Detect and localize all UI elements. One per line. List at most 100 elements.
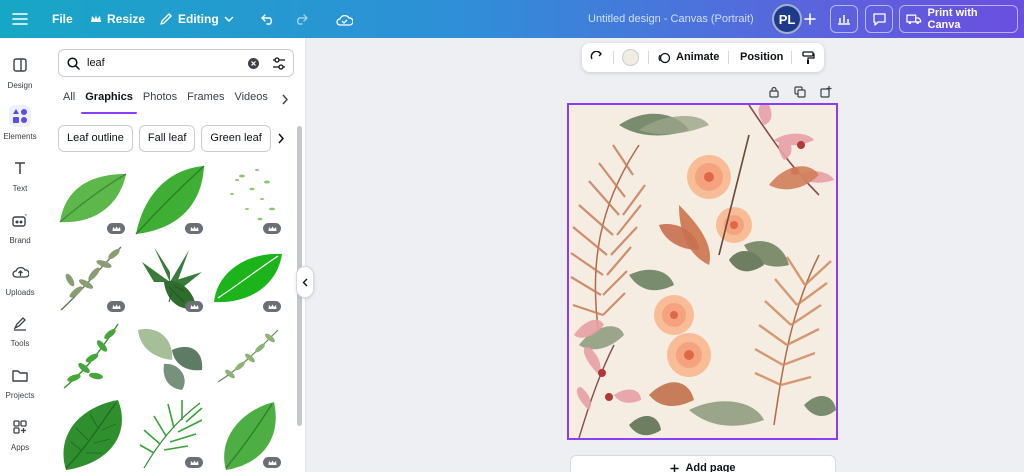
botanical-pattern-artwork xyxy=(569,105,836,438)
filter-icon[interactable] xyxy=(272,57,286,70)
premium-crown-icon xyxy=(107,301,125,312)
premium-crown-icon xyxy=(263,301,281,312)
undo-button[interactable] xyxy=(261,0,275,38)
add-page-button[interactable]: Add page xyxy=(570,455,836,472)
chip-green-leaf[interactable]: Green leaf xyxy=(201,125,271,152)
graphic-item[interactable] xyxy=(212,242,284,314)
rail-item-tools[interactable]: Tools xyxy=(0,312,40,348)
rail-item-brand[interactable]: Brand xyxy=(0,209,40,245)
magic-refresh-icon[interactable] xyxy=(590,51,604,64)
design-icon xyxy=(9,54,31,76)
collapse-panel-button[interactable] xyxy=(296,266,314,298)
tab-frames[interactable]: Frames xyxy=(187,91,224,111)
rail-item-design[interactable]: Design xyxy=(0,54,40,90)
rail-item-apps[interactable]: Apps xyxy=(0,416,40,452)
leaf-graphic xyxy=(63,400,122,470)
graphic-item[interactable] xyxy=(56,320,128,392)
tab-bar: All Graphics Photos Frames Videos xyxy=(63,91,268,114)
undo-icon xyxy=(261,14,272,25)
background-color-swatch[interactable] xyxy=(622,49,639,66)
brand-icon xyxy=(9,209,31,231)
elements-panel: leaf All Graphics Photos Frames Videos L… xyxy=(40,38,306,472)
graphic-item[interactable] xyxy=(56,242,128,314)
duplicate-page-icon[interactable] xyxy=(794,86,806,98)
top-bar: File Resize Editing Untitled design - Ca… xyxy=(0,0,1024,38)
redo-icon xyxy=(297,14,308,25)
elements-icon xyxy=(9,105,31,127)
chips-scroll-right-button[interactable] xyxy=(270,125,292,152)
tabs-scroll-right-icon[interactable] xyxy=(281,94,289,105)
premium-crown-icon xyxy=(263,223,281,234)
search-input[interactable]: leaf xyxy=(87,50,105,76)
resize-button[interactable]: Resize xyxy=(90,0,145,38)
tab-videos[interactable]: Videos xyxy=(234,91,267,111)
rail-item-elements[interactable]: Elements xyxy=(0,105,40,141)
uploads-icon xyxy=(9,261,31,283)
chip-fall-leaf[interactable]: Fall leaf xyxy=(138,125,196,152)
graphic-item[interactable] xyxy=(212,398,284,470)
tab-photos[interactable]: Photos xyxy=(143,91,177,111)
truck-icon xyxy=(906,14,922,25)
rail-item-uploads[interactable]: Uploads xyxy=(0,261,40,297)
animate-button[interactable]: Animate xyxy=(676,43,719,72)
editing-mode-button[interactable]: Editing xyxy=(159,0,234,38)
cloud-save-status[interactable] xyxy=(336,0,353,38)
clear-icon[interactable] xyxy=(248,58,259,69)
search-icon xyxy=(67,57,80,70)
hamburger-icon xyxy=(12,13,28,25)
context-toolbar: Animate Position xyxy=(582,43,824,72)
suggestion-chips: Leaf outline Fall leaf Green leaf xyxy=(58,125,271,152)
rail-item-projects[interactable]: Projects xyxy=(0,364,40,400)
document-title[interactable]: Untitled design - Canvas (Portrait) xyxy=(588,0,754,38)
apps-icon xyxy=(9,416,31,438)
bar-chart-icon xyxy=(838,15,850,25)
animate-icon xyxy=(658,52,671,64)
menu-button[interactable] xyxy=(12,0,28,38)
graphic-item[interactable] xyxy=(212,320,284,392)
plus-icon xyxy=(670,464,679,472)
chevron-down-icon xyxy=(224,16,234,22)
file-menu-button[interactable]: File xyxy=(52,0,73,38)
design-canvas-page[interactable] xyxy=(567,103,838,440)
chip-leaf-outline[interactable]: Leaf outline xyxy=(58,125,133,152)
graphic-item[interactable] xyxy=(134,164,206,236)
graphic-item[interactable] xyxy=(134,242,206,314)
tab-all[interactable]: All xyxy=(63,91,75,111)
chevron-left-icon xyxy=(302,278,308,286)
search-box[interactable]: leaf xyxy=(58,49,294,77)
comments-button[interactable] xyxy=(865,5,893,33)
paint-roller-icon[interactable] xyxy=(802,51,815,65)
graphic-item[interactable] xyxy=(212,164,284,236)
avatar[interactable]: PL xyxy=(772,4,802,34)
crown-icon xyxy=(91,15,101,22)
branch-graphic xyxy=(63,323,119,389)
redo-button[interactable] xyxy=(294,0,308,38)
tools-icon xyxy=(9,312,31,334)
branch-graphic xyxy=(217,329,279,383)
plus-icon xyxy=(804,13,816,25)
graphic-item[interactable] xyxy=(56,164,128,236)
print-with-canva-button[interactable]: Print with Canva xyxy=(899,5,1018,33)
premium-crown-icon xyxy=(185,223,203,234)
cloud-check-icon xyxy=(336,14,353,26)
graphic-item[interactable] xyxy=(56,398,128,470)
lock-icon[interactable] xyxy=(768,86,780,98)
tab-graphics[interactable]: Graphics xyxy=(81,91,137,114)
comment-icon xyxy=(872,13,886,26)
pencil-icon xyxy=(160,13,172,25)
share-add-button[interactable] xyxy=(804,0,816,38)
chevron-right-icon xyxy=(278,133,285,144)
watercolor-leaves-graphic xyxy=(138,329,203,390)
side-rail: Design Elements Text Brand Uploads Tools… xyxy=(0,38,40,472)
graphic-item[interactable] xyxy=(134,320,206,392)
rail-item-text[interactable]: Text xyxy=(0,157,40,193)
premium-crown-icon xyxy=(185,457,203,468)
text-icon xyxy=(9,157,31,179)
premium-crown-icon xyxy=(185,301,203,312)
premium-crown-icon xyxy=(263,457,281,468)
add-page-icon[interactable] xyxy=(820,86,832,98)
position-button[interactable]: Position xyxy=(740,43,783,72)
premium-crown-icon xyxy=(107,223,125,234)
graphic-item[interactable] xyxy=(134,398,206,470)
insights-button[interactable] xyxy=(830,5,858,33)
